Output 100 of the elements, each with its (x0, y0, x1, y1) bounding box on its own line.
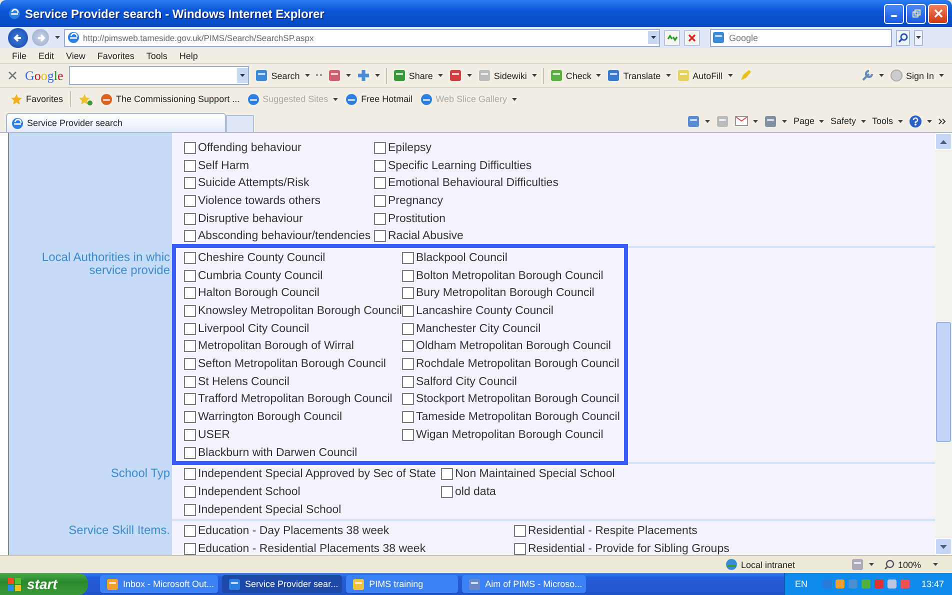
checkbox[interactable] (374, 212, 386, 225)
option-label[interactable]: Stockport Metropolitan Borough Council (416, 393, 620, 406)
command-button[interactable]: Tools (872, 116, 903, 126)
close-button[interactable] (928, 4, 948, 24)
checkbox[interactable] (184, 486, 196, 498)
option-label[interactable]: Racial Abusive (388, 230, 464, 242)
option-label[interactable]: Disruptive behaviour (198, 212, 303, 225)
checkbox[interactable] (184, 468, 196, 480)
option-label[interactable]: Violence towards others (198, 194, 321, 207)
checkbox[interactable] (402, 322, 414, 335)
search-field[interactable]: Google (710, 28, 892, 46)
option-label[interactable]: Sefton Metropolitan Borough Council (198, 358, 386, 370)
checkbox[interactable] (374, 177, 386, 190)
option-label[interactable]: Oldham Metropolitan Borough Council (416, 340, 611, 352)
checkbox[interactable] (184, 230, 196, 242)
checkbox[interactable] (184, 376, 196, 388)
option-label[interactable]: Metropolitan Borough of Wirral (198, 340, 354, 352)
option-label[interactable]: Independent Special School (198, 504, 342, 516)
refresh-icon[interactable] (664, 30, 680, 46)
checkbox[interactable] (184, 358, 196, 370)
checkbox[interactable] (184, 287, 196, 300)
print-button[interactable] (764, 114, 788, 128)
option-label[interactable]: Independent Special Approved by Sec of State (198, 468, 436, 480)
start-button[interactable]: start (0, 573, 88, 595)
option-label[interactable]: Bury Metropolitan Borough Council (416, 287, 594, 300)
address-field[interactable]: http://pimsweb.tameside.gov.uk/PIMS/Search/SearchSP.aspx (64, 28, 660, 46)
browser-tab[interactable]: Service Provider search (6, 113, 226, 132)
menu-item[interactable]: Favorites (97, 50, 134, 60)
checkbox[interactable] (184, 212, 196, 225)
checkbox[interactable] (184, 194, 196, 207)
checkbox[interactable] (184, 322, 196, 335)
checkbox[interactable] (402, 270, 414, 282)
scroll-thumb[interactable] (936, 322, 951, 442)
taskbar-button[interactable]: Aim of PIMS - Microso... (462, 575, 586, 593)
option-label[interactable]: Manchester City Council (416, 322, 541, 335)
taskbar-button[interactable]: PIMS training (346, 575, 458, 593)
toolbar-button[interactable]: Search (255, 69, 310, 82)
option-label[interactable]: Blackpool Council (416, 252, 508, 264)
option-label[interactable]: Cumbria County Council (198, 270, 323, 282)
restore-button[interactable] (906, 4, 926, 24)
scrollbar[interactable] (935, 133, 952, 555)
scroll-up-icon[interactable] (935, 133, 952, 150)
checkbox[interactable] (402, 376, 414, 388)
option-label[interactable]: Suicide Attempts/Risk (198, 177, 310, 190)
command-button[interactable]: Safety (830, 116, 866, 126)
option-label[interactable]: Warrington Borough Council (198, 411, 342, 424)
checkbox[interactable] (514, 542, 526, 555)
help-button[interactable] (909, 114, 932, 128)
menu-item[interactable]: File (12, 50, 27, 60)
toolbar-button[interactable]: Sidewiki (478, 69, 537, 82)
option-label[interactable]: Wigan Metropolitan Borough Council (416, 428, 604, 441)
favorites-button[interactable]: Favorites (10, 92, 64, 106)
option-label[interactable]: Liverpool City Council (198, 322, 310, 335)
zoom-button[interactable]: 100% (884, 559, 921, 570)
checkbox[interactable] (184, 270, 196, 282)
option-label[interactable]: Salford City Council (416, 376, 517, 388)
checkbox[interactable] (184, 542, 196, 555)
checkbox[interactable] (402, 428, 414, 441)
option-label[interactable]: Non Maintained Special School (455, 468, 615, 480)
checkbox[interactable] (374, 194, 386, 207)
add-favorite-icon[interactable] (78, 92, 94, 106)
taskbar-button[interactable]: Service Provider sear... (222, 575, 342, 593)
favorite-link[interactable]: Free Hotmail (345, 92, 413, 106)
toolbar-button[interactable]: Check (550, 69, 602, 82)
option-label[interactable]: Bolton Metropolitan Borough Council (416, 270, 604, 282)
checkbox[interactable] (374, 160, 386, 172)
scroll-down-icon[interactable] (935, 538, 952, 555)
checkbox[interactable] (184, 428, 196, 441)
checkbox[interactable] (441, 468, 453, 480)
option-label[interactable]: Independent School (198, 486, 300, 498)
toolbar-search-field[interactable] (69, 66, 250, 85)
option-label[interactable]: Rochdale Metropolitan Borough Council (416, 358, 620, 370)
checkbox[interactable] (184, 446, 196, 459)
menu-item[interactable]: Help (179, 50, 198, 60)
search-options-button[interactable] (914, 30, 923, 46)
checkbox[interactable] (514, 525, 526, 538)
checkbox[interactable] (184, 305, 196, 318)
home-button[interactable] (687, 114, 710, 128)
toolbar-button[interactable] (328, 69, 351, 82)
mail-button[interactable] (735, 116, 758, 126)
checkbox[interactable] (441, 486, 453, 498)
chevron-icon[interactable] (938, 118, 946, 124)
option-label[interactable]: Tameside Metropolitan Borough Council (416, 411, 620, 424)
option-label[interactable]: Residential - Respite Placements (528, 525, 698, 538)
option-label[interactable]: Education - Day Placements 38 week (198, 525, 390, 538)
option-label[interactable]: USER (198, 428, 230, 441)
option-label[interactable]: Education - Residential Placements 38 week (198, 542, 426, 555)
sign-in-button[interactable]: Sign In (890, 69, 944, 82)
protected-mode-button[interactable] (850, 558, 874, 571)
option-label[interactable]: St Helens Council (198, 376, 290, 388)
toolbar-button[interactable] (448, 69, 472, 82)
close-icon[interactable] (8, 71, 17, 80)
checkbox[interactable] (402, 411, 414, 424)
option-label[interactable]: Offending behaviour (198, 142, 302, 154)
option-label[interactable]: Halton Borough Council (198, 287, 320, 300)
checkbox[interactable] (184, 393, 196, 406)
option-label[interactable]: Epilepsy (388, 142, 432, 154)
minimize-button[interactable] (884, 4, 904, 24)
settings-button[interactable] (860, 69, 884, 82)
option-label[interactable]: Prostitution (388, 212, 446, 225)
